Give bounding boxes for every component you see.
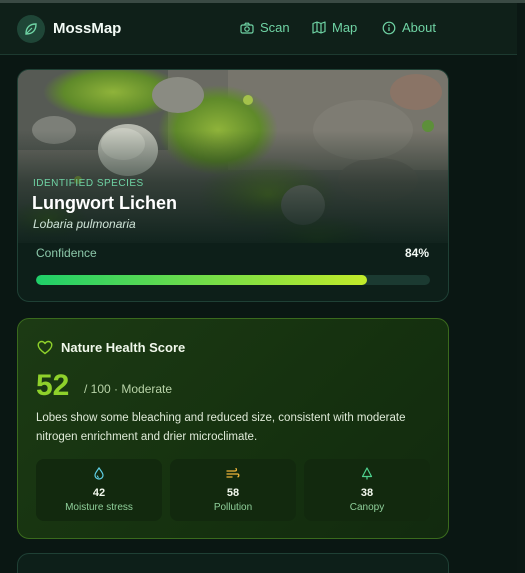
nav-scan-label: Scan [260,20,290,35]
species-scientific-name: Lobaria pulmonaria [33,217,136,231]
species-common-name: Lungwort Lichen [32,193,177,213]
app-title[interactable]: MossMap [53,20,121,37]
metric-canopy: 38 Canopy [304,459,430,521]
heart-icon [37,340,53,355]
metric-label: Canopy [349,502,385,513]
nav-scan[interactable]: Scan [240,20,290,35]
nav-map[interactable]: Map [312,20,357,35]
logo-badge[interactable] [17,15,45,43]
health-score-suffix: / 100 · Moderate [84,382,173,396]
health-score: 52 [36,369,70,402]
metric-pollution: 58 Pollution [170,459,296,521]
confidence-bar-fill [36,275,367,285]
metric-value: 38 [360,487,374,499]
camera-icon [240,22,254,34]
confidence-label: Confidence [36,246,97,260]
metric-value: 42 [92,487,106,499]
species-photo: IDENTIFIED SPECIES Lungwort Lichen Lobar… [18,70,448,243]
map-icon [312,21,326,34]
next-card [17,553,449,573]
health-card: Nature Health Score 52 / 100 · Moderate … [17,318,449,539]
metrics-row: 42 Moisture stress 58 Pollution 38 Canop… [36,459,431,521]
metric-label: Moisture stress [65,502,133,513]
nav-about-label: About [402,20,436,35]
health-title: Nature Health Score [61,340,186,355]
species-card: IDENTIFIED SPECIES Lungwort Lichen Lobar… [17,69,449,302]
metric-value: 58 [226,487,240,499]
species-section-label: IDENTIFIED SPECIES [33,178,144,189]
metric-moisture-stress: 42 Moisture stress [36,459,162,521]
metric-label: Pollution [213,502,253,513]
health-description: Lobes show some bleaching and reduced si… [36,412,406,443]
tree-icon [361,467,373,480]
leaf-icon [25,23,37,35]
droplet-icon [94,467,104,480]
confidence-bar [36,275,430,285]
app-header: MossMap Scan Map About [0,3,525,55]
nav-about[interactable]: About [382,20,436,35]
scrollbar-track[interactable] [517,3,525,573]
info-icon [382,21,396,34]
confidence-value: 84% [404,246,429,260]
wind-icon [226,467,240,478]
health-header: Nature Health Score [37,340,185,355]
nav-map-label: Map [332,20,358,35]
